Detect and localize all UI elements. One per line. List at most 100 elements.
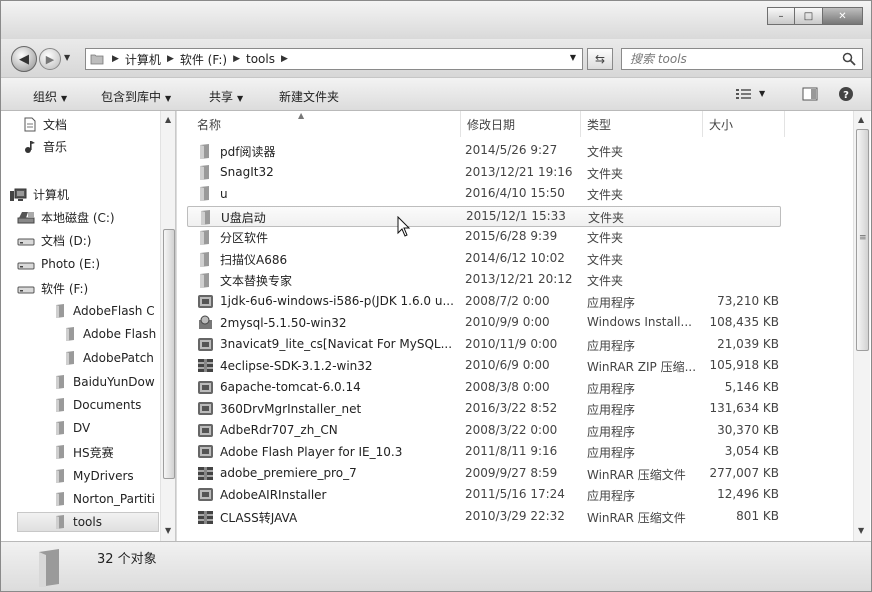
breadcrumb-computer[interactable]: 计算机	[125, 51, 161, 68]
nav-item-folder[interactable]: Norton_Partiti	[53, 489, 155, 509]
nav-item-computer[interactable]: 计算机	[9, 184, 69, 204]
file-row[interactable]: SnagIt32 2013/12/21 19:16 文件夹	[187, 163, 781, 184]
app-icon	[198, 488, 213, 501]
file-date: 2010/6/9 0:00	[465, 358, 550, 372]
column-header-date[interactable]: 修改日期	[461, 111, 581, 137]
folder-icon	[56, 469, 64, 483]
scroll-up-arrow-icon[interactable]: ▲	[165, 115, 171, 124]
file-row[interactable]: AdobeAIRInstaller 2011/5/16 17:24 应用程序 12,4…	[187, 485, 781, 506]
column-header-type[interactable]: 类型	[581, 111, 703, 137]
include-in-library-menu[interactable]: 包含到库中 ▼	[101, 88, 171, 105]
file-name-cell: 3navicat9_lite_cs[Navicat For MySQL...	[197, 337, 459, 352]
close-button[interactable]: ✕	[823, 7, 863, 25]
app-icon	[198, 402, 213, 415]
view-dropdown-arrow-icon[interactable]: ▼	[759, 89, 765, 98]
search-input[interactable]	[630, 52, 830, 66]
file-name: pdf阅读器	[220, 145, 276, 159]
address-dropdown-icon[interactable]: ▼	[570, 53, 576, 62]
nav-item-folder[interactable]: MyDrivers	[53, 466, 134, 486]
breadcrumb-tools[interactable]: tools	[246, 52, 275, 66]
breadcrumb-drive-f[interactable]: 软件 (F:)	[180, 51, 227, 68]
nav-item-tools[interactable]: tools	[17, 512, 159, 532]
file-type: WinRAR ZIP 压缩...	[587, 360, 697, 374]
nav-item-label: 计算机	[33, 187, 70, 202]
file-name-cell: 4eclipse-SDK-3.1.2-win32	[197, 358, 459, 373]
file-type: 文件夹	[587, 188, 624, 202]
scroll-down-arrow-icon[interactable]: ▼	[165, 526, 171, 535]
file-row[interactable]: 文本替换专家 2013/12/21 20:12 文件夹	[187, 270, 781, 291]
nav-item-drive-c[interactable]: 本地磁盘 (C:)	[17, 207, 115, 227]
nav-scrollbar-thumb[interactable]	[163, 229, 175, 479]
file-row[interactable]: Adobe Flash Player for IE_10.3 2011/8/11 …	[187, 442, 781, 463]
file-row[interactable]: 3navicat9_lite_cs[Navicat For MySQL... 20…	[187, 335, 781, 356]
file-name: 文本替换专家	[220, 274, 293, 288]
file-row[interactable]: u 2016/4/10 15:50 文件夹	[187, 184, 781, 205]
folder-icon	[39, 549, 59, 587]
scroll-down-arrow-icon[interactable]: ▼	[858, 526, 864, 535]
file-row[interactable]: AdbeRdr707_zh_CN 2008/3/22 0:00 应用程序 30,370…	[187, 421, 781, 442]
file-type: WinRAR 压缩文件	[587, 510, 686, 525]
file-date: 2008/3/22 0:00	[465, 422, 558, 437]
breadcrumb-separator-icon: ▶	[112, 54, 119, 64]
nav-item-drive-d[interactable]: 文档 (D:)	[17, 230, 91, 250]
sort-ascending-icon: ▲	[298, 111, 305, 120]
nav-item-music[interactable]: 音乐	[23, 136, 67, 156]
file-size: 801 KB	[736, 508, 779, 523]
file-row[interactable]: 4eclipse-SDK-3.1.2-win32 2010/6/9 0:00 Win…	[187, 356, 781, 377]
view-options-icon[interactable]	[735, 86, 753, 102]
nav-item-folder[interactable]: DV	[53, 418, 90, 438]
file-name: 6apache-tomcat-6.0.14	[220, 380, 361, 394]
scrollbar-grip-icon: ≡	[859, 233, 867, 243]
breadcrumb-separator-icon: ▶	[233, 54, 240, 64]
column-header-label: 名称	[197, 117, 222, 132]
maximize-button[interactable]: □	[795, 7, 823, 25]
nav-scrollbar[interactable]: ▲ ▼	[160, 111, 175, 541]
address-bar[interactable]: ▶ 计算机 ▶ 软件 (F:) ▶ tools ▶ ▼	[85, 48, 583, 70]
nav-item-folder[interactable]: Documents	[53, 395, 141, 415]
file-row[interactable]: CLASS转JAVA 2010/3/29 22:32 WinRAR 压缩文件 801 …	[187, 507, 781, 528]
search-icon[interactable]	[842, 52, 856, 66]
file-row[interactable]: 扫描仪A686 2014/6/12 10:02 文件夹	[187, 249, 781, 270]
folder-icon	[200, 273, 209, 288]
file-row[interactable]: 360DrvMgrInstaller_net 2016/3/22 8:52 应用程序…	[187, 399, 781, 420]
search-box[interactable]	[621, 48, 863, 70]
preview-pane-icon[interactable]	[801, 86, 819, 102]
file-size: 3,054 KB	[724, 444, 779, 458]
nav-item-folder[interactable]: AdobePatch	[63, 348, 154, 368]
forward-button[interactable]: ▶	[39, 48, 61, 70]
help-icon[interactable]: ?	[837, 86, 855, 102]
file-type: 文件夹	[587, 274, 624, 288]
back-button[interactable]: ◀	[11, 46, 37, 72]
file-type: 文件夹	[588, 210, 625, 225]
nav-item-folder[interactable]: HS竞赛	[53, 442, 114, 462]
music-icon	[25, 140, 35, 153]
file-list-scrollbar[interactable]: ▲ ≡ ▼	[853, 111, 870, 541]
nav-item-folder[interactable]: BaiduYunDow	[53, 372, 155, 392]
new-folder-button[interactable]: 新建文件夹	[279, 88, 339, 105]
nav-item-drive-f[interactable]: 软件 (F:)	[17, 278, 88, 298]
file-row[interactable]: 分区软件 2015/6/28 9:39 文件夹	[187, 227, 781, 248]
nav-item-folder[interactable]: AdobeFlash C	[53, 301, 155, 321]
minimize-button[interactable]: –	[767, 7, 795, 25]
file-row[interactable]: 1jdk-6u6-windows-i586-p(JDK 1.6.0 u... 20…	[187, 292, 781, 313]
file-row[interactable]: U盘启动 2015/12/1 15:33 文件夹	[187, 205, 781, 227]
recent-pages-dropdown[interactable]: ▼	[64, 53, 70, 62]
nav-item-folder[interactable]: Adobe Flash	[63, 324, 156, 344]
nav-item-documents[interactable]: 文档	[23, 114, 67, 134]
column-header-size[interactable]: 大小	[703, 111, 785, 137]
nav-item-drive-e[interactable]: Photo (E:)	[17, 254, 100, 274]
organize-menu[interactable]: 组织 ▼	[33, 88, 67, 105]
file-row[interactable]: 6apache-tomcat-6.0.14 2008/3/8 0:00 应用程序 5,…	[187, 378, 781, 399]
scroll-up-arrow-icon[interactable]: ▲	[858, 115, 864, 124]
share-menu[interactable]: 共享 ▼	[209, 88, 243, 105]
file-row[interactable]: adobe_premiere_pro_7 2009/9/27 8:59 WinRAR…	[187, 464, 781, 485]
local-disk-icon	[17, 211, 35, 223]
dropdown-arrow-icon: ▼	[237, 94, 244, 103]
file-row[interactable]: pdf阅读器 2014/5/26 9:27 文件夹	[187, 141, 781, 162]
file-size: 5,146 KB	[724, 379, 779, 394]
file-size: 73,210 KB	[717, 293, 779, 308]
file-row[interactable]: 2mysql-5.1.50-win32 2010/9/9 0:00 Windows …	[187, 313, 781, 334]
column-header-name[interactable]: 名称 ▲	[191, 111, 461, 137]
file-name: 扫描仪A686	[220, 252, 288, 267]
refresh-button[interactable]: ⇆	[587, 48, 613, 70]
